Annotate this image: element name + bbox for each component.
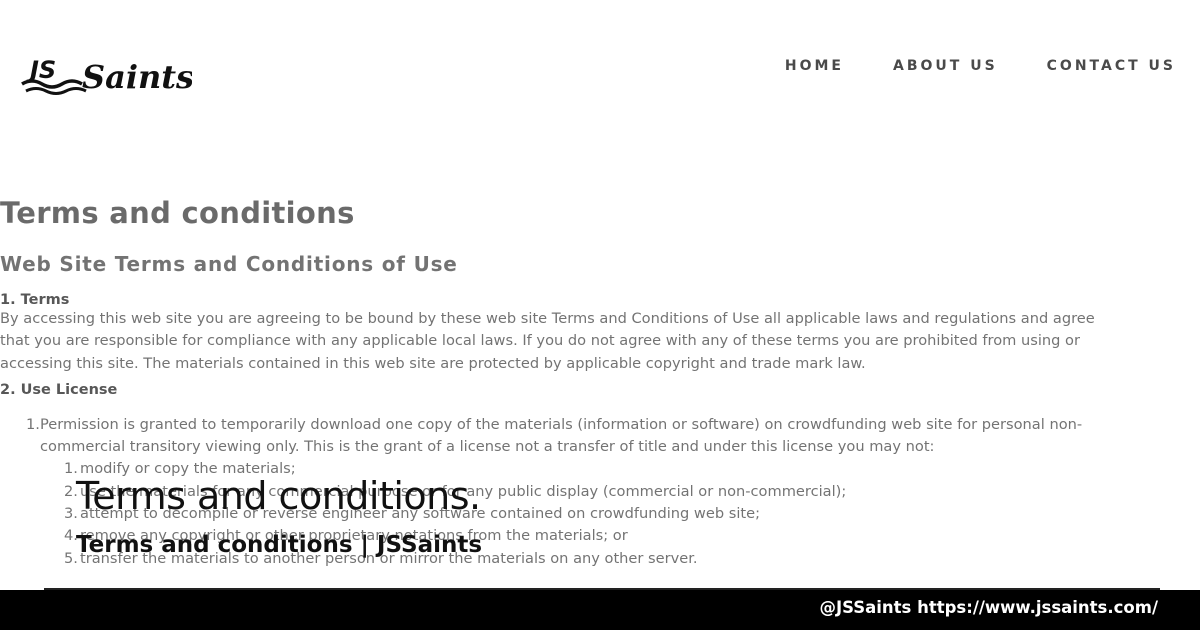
section-license-title: 2. Use License: [0, 381, 118, 398]
list-item-line: Permission is granted to temporarily dow…: [40, 415, 1083, 433]
paragraph-line: accessing this site. The materials conta…: [0, 354, 866, 372]
paragraph-line: that you are responsible for compliance …: [0, 332, 1080, 350]
main-nav: HOME ABOUT US CONTACT US: [785, 58, 1176, 74]
logo-saints-text: Saints: [82, 58, 192, 96]
logo-graphic: JS Saints: [21, 56, 192, 96]
logo-js-text: JS: [26, 56, 56, 84]
card-subtitle: Terms and conditions | JSSaints: [76, 532, 483, 558]
card-title: Terms and conditions.: [76, 474, 481, 518]
section-terms-title: 1. Terms: [0, 292, 70, 308]
nav-about-us[interactable]: ABOUT US: [893, 58, 998, 74]
footer-handle-link[interactable]: @JSSaints https://www.jssaints.com/: [819, 598, 1158, 617]
list-number: 1.: [26, 415, 40, 433]
page-subtitle: Web Site Terms and Conditions of Use: [0, 252, 458, 276]
footer-bar: @JSSaints https://www.jssaints.com/: [0, 590, 1200, 630]
nav-home[interactable]: HOME: [785, 58, 844, 74]
page-title: Terms and conditions: [0, 196, 355, 230]
paragraph-line: By accessing this web site you are agree…: [0, 310, 1095, 327]
site-logo[interactable]: JS Saints: [20, 54, 192, 100]
section-terms-paragraph: By accessing this web site you are agree…: [0, 308, 1198, 375]
nav-contact-us[interactable]: CONTACT US: [1047, 58, 1176, 74]
list-item-line: commercial transitory viewing only. This…: [40, 438, 935, 456]
